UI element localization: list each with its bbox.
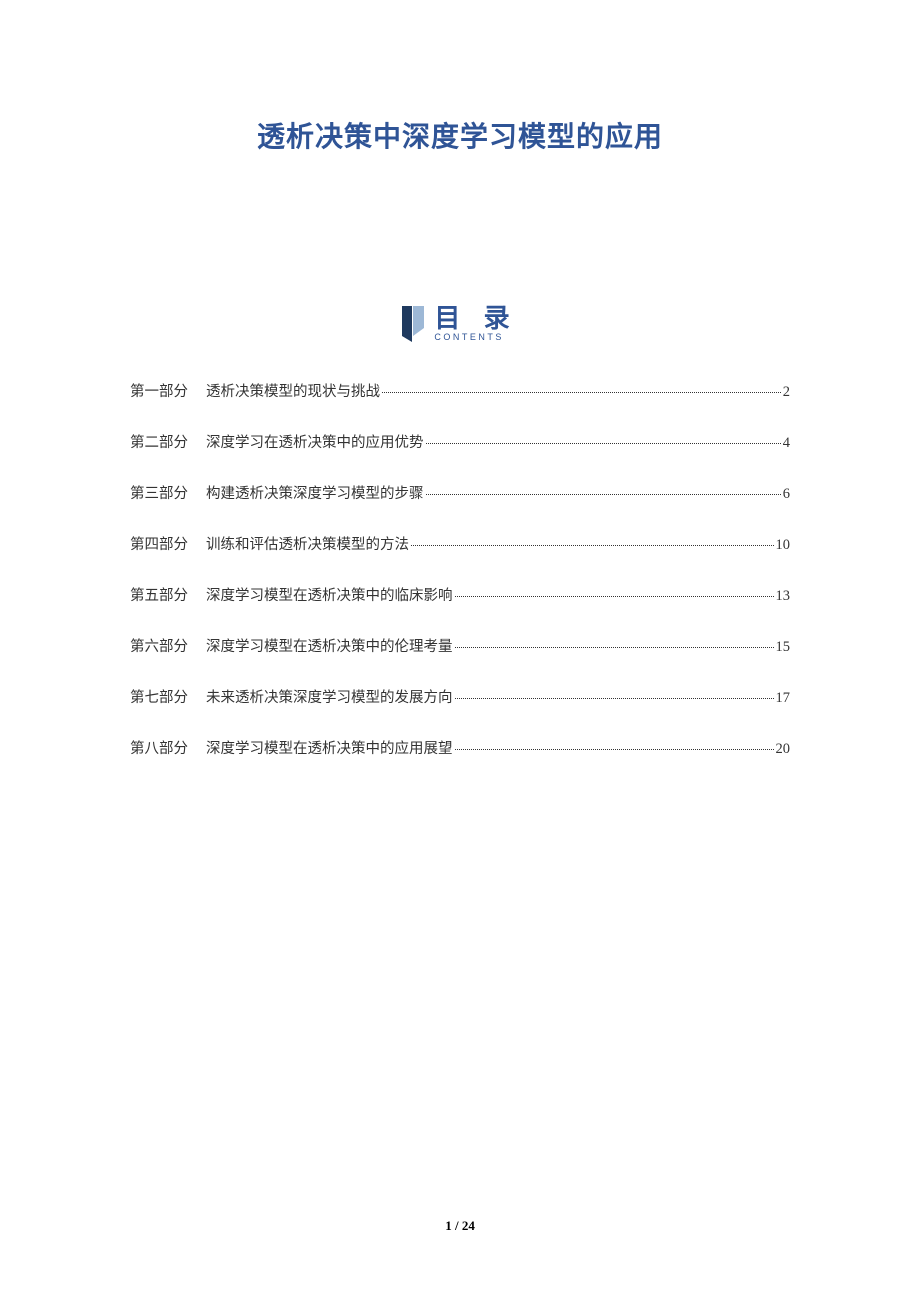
toc-row[interactable]: 第七部分 未来透析决策深度学习模型的发展方向 17	[130, 686, 790, 707]
toc-page-number: 6	[783, 486, 790, 503]
toc-sublabel: CONTENTS	[434, 333, 504, 342]
toc-leader-dots	[455, 698, 774, 699]
toc-entry-title: 训练和评估透析决策模型的方法	[206, 533, 409, 554]
toc-part-label: 第七部分	[130, 686, 188, 707]
toc-part-label: 第二部分	[130, 431, 188, 452]
toc-row[interactable]: 第六部分 深度学习模型在透析决策中的伦理考量 15	[130, 635, 790, 656]
toc-leader-dots	[382, 392, 781, 393]
toc-entry-title: 构建透析决策深度学习模型的步骤	[206, 482, 424, 503]
toc-part-label: 第五部分	[130, 584, 188, 605]
toc-row[interactable]: 第八部分 深度学习模型在透析决策中的应用展望 20	[130, 737, 790, 758]
toc-row[interactable]: 第三部分 构建透析决策深度学习模型的步骤 6	[130, 482, 790, 503]
toc-part-label: 第三部分	[130, 482, 188, 503]
document-title: 透析决策中深度学习模型的应用	[130, 115, 790, 155]
toc-part-label: 第六部分	[130, 635, 188, 656]
toc-entry-title: 深度学习模型在透析决策中的临床影响	[206, 584, 453, 605]
toc-page-number: 10	[776, 537, 791, 554]
toc-list: 第一部分 透析决策模型的现状与挑战 2 第二部分 深度学习在透析决策中的应用优势…	[130, 380, 790, 758]
toc-entry-title: 未来透析决策深度学习模型的发展方向	[206, 686, 453, 707]
toc-page-number: 2	[783, 384, 790, 401]
toc-row[interactable]: 第二部分 深度学习在透析决策中的应用优势 4	[130, 431, 790, 452]
toc-leader-dots	[426, 443, 781, 444]
toc-page-number: 20	[776, 741, 791, 758]
toc-header: 目 录 CONTENTS	[130, 305, 790, 342]
toc-entry-title: 深度学习在透析决策中的应用优势	[206, 431, 424, 452]
toc-page-number: 17	[776, 690, 791, 707]
toc-part-label: 第四部分	[130, 533, 188, 554]
toc-leader-dots	[411, 545, 774, 546]
toc-page-number: 15	[776, 639, 791, 656]
toc-entry-title: 透析决策模型的现状与挑战	[206, 380, 380, 401]
toc-label: 目 录	[434, 305, 517, 331]
toc-leader-dots	[455, 596, 774, 597]
toc-entry-title: 深度学习模型在透析决策中的伦理考量	[206, 635, 453, 656]
toc-entry-title: 深度学习模型在透析决策中的应用展望	[206, 737, 453, 758]
contents-icon	[402, 306, 424, 342]
footer-total-pages: 24	[462, 1218, 475, 1233]
toc-leader-dots	[455, 647, 774, 648]
toc-leader-dots	[426, 494, 781, 495]
toc-part-label: 第一部分	[130, 380, 188, 401]
toc-leader-dots	[455, 749, 774, 750]
toc-page-number: 4	[783, 435, 790, 452]
footer-separator: /	[452, 1218, 462, 1233]
toc-row[interactable]: 第四部分 训练和评估透析决策模型的方法 10	[130, 533, 790, 554]
toc-row[interactable]: 第一部分 透析决策模型的现状与挑战 2	[130, 380, 790, 401]
toc-part-label: 第八部分	[130, 737, 188, 758]
toc-row[interactable]: 第五部分 深度学习模型在透析决策中的临床影响 13	[130, 584, 790, 605]
page-footer: 1 / 24	[0, 1218, 920, 1234]
toc-page-number: 13	[776, 588, 791, 605]
